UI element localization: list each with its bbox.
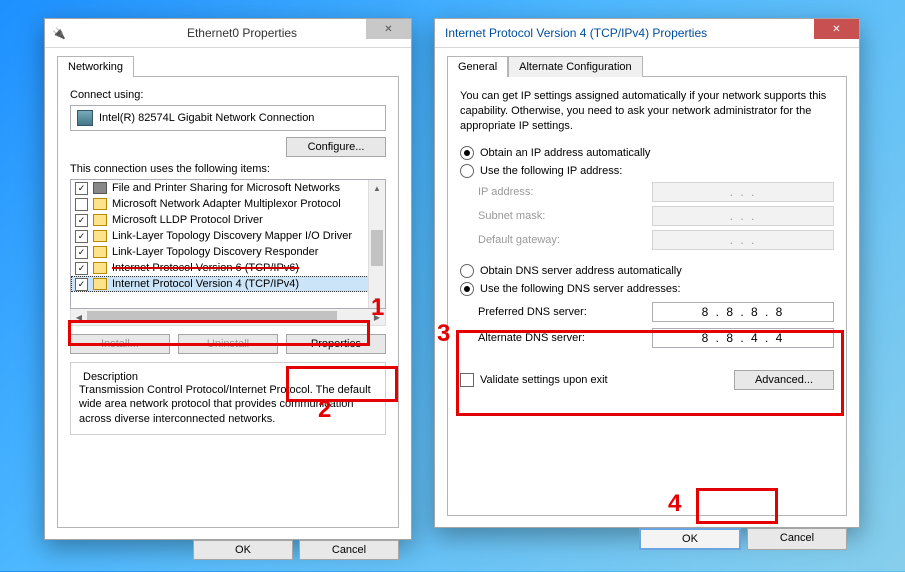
item-label: Link-Layer Topology Discovery Responder: [112, 246, 318, 258]
list-item[interactable]: ✓ Link-Layer Topology Discovery Mapper I/…: [71, 228, 385, 244]
radio-ip-auto-label: Obtain an IP address automatically: [480, 147, 650, 159]
hscroll-thumb[interactable]: [87, 311, 337, 323]
ethernet-properties-window: 🔌 Ethernet0 Properties ✕ Networking Conn…: [44, 18, 412, 540]
subnet-label: Subnet mask:: [478, 210, 545, 222]
adapter-field: Intel(R) 82574L Gigabit Network Connecti…: [70, 105, 386, 131]
ok-button[interactable]: OK: [639, 528, 741, 550]
validate-checkbox[interactable]: [460, 373, 474, 387]
annotation-4: 4: [668, 490, 681, 518]
nic-icon: [77, 110, 93, 126]
gateway-field: . . .: [652, 230, 834, 250]
window-title: Ethernet0 Properties: [73, 26, 411, 40]
list-item[interactable]: ✓ Microsoft LLDP Protocol Driver: [71, 212, 385, 228]
radio-ip-auto[interactable]: [460, 146, 474, 160]
adapter-name: Intel(R) 82574L Gigabit Network Connecti…: [99, 112, 314, 124]
item-label: Microsoft LLDP Protocol Driver: [112, 214, 263, 226]
list-item[interactable]: ✓ Link-Layer Topology Discovery Responder: [71, 244, 385, 260]
validate-label: Validate settings upon exit: [480, 374, 608, 386]
list-item[interactable]: ✓ Internet Protocol Version 4 (TCP/IPv4): [71, 276, 385, 292]
tab-general[interactable]: General: [447, 56, 508, 77]
item-checkbox[interactable]: ✓: [75, 214, 88, 227]
item-label: File and Printer Sharing for Microsoft N…: [112, 182, 340, 194]
item-checkbox[interactable]: [75, 198, 88, 211]
alt-dns-label: Alternate DNS server:: [478, 332, 585, 344]
item-checkbox[interactable]: ✓: [75, 262, 88, 275]
protocol-icon: [93, 277, 107, 291]
connect-using-label: Connect using:: [70, 89, 386, 101]
item-label: Internet Protocol Version 4 (TCP/IPv4): [112, 278, 299, 290]
description-label: Description: [79, 371, 142, 383]
ip-address-field: . . .: [652, 182, 834, 202]
radio-ip-manual-label: Use the following IP address:: [480, 165, 622, 177]
subnet-field: . . .: [652, 206, 834, 226]
gateway-label: Default gateway:: [478, 234, 560, 246]
list-scrollbar[interactable]: ▲ ▼: [368, 180, 385, 308]
pref-dns-field[interactable]: 8 . 8 . 8 . 8: [652, 302, 834, 322]
ipv4-properties-window: Internet Protocol Version 4 (TCP/IPv4) P…: [434, 18, 860, 528]
radio-dns-manual[interactable]: [460, 282, 474, 296]
annotation-2: 2: [318, 396, 331, 424]
titlebar-ethernet[interactable]: 🔌 Ethernet0 Properties ✕: [45, 19, 411, 48]
list-item[interactable]: ✓ Internet Protocol Version 6 (TCP/IPv6): [71, 260, 385, 276]
ethernet-icon: 🔌: [45, 27, 73, 40]
list-item[interactable]: ✓ File and Printer Sharing for Microsoft …: [71, 180, 385, 196]
item-checkbox[interactable]: ✓: [75, 246, 88, 259]
protocol-icon: [93, 181, 107, 195]
tab-networking[interactable]: Networking: [57, 56, 134, 77]
protocol-icon: [93, 261, 107, 275]
scroll-up-icon[interactable]: ▲: [369, 180, 385, 196]
titlebar-ipv4[interactable]: Internet Protocol Version 4 (TCP/IPv4) P…: [435, 19, 859, 48]
item-label: Link-Layer Topology Discovery Mapper I/O…: [112, 230, 352, 242]
uninstall-button[interactable]: Uninstall: [178, 334, 278, 354]
radio-ip-manual[interactable]: [460, 164, 474, 178]
protocol-icon: [93, 245, 107, 259]
ok-button[interactable]: OK: [193, 540, 293, 560]
items-label: This connection uses the following items…: [70, 163, 386, 175]
configure-button[interactable]: Configure...: [286, 137, 386, 157]
scroll-left-icon[interactable]: ◀: [71, 313, 87, 322]
item-checkbox[interactable]: ✓: [75, 230, 88, 243]
item-checkbox[interactable]: ✓: [75, 182, 88, 195]
ip-address-label: IP address:: [478, 186, 533, 198]
advanced-button[interactable]: Advanced...: [734, 370, 834, 390]
scroll-thumb[interactable]: [371, 230, 383, 266]
radio-dns-auto[interactable]: [460, 264, 474, 278]
window-title: Internet Protocol Version 4 (TCP/IPv4) P…: [435, 26, 859, 40]
annotation-3: 3: [437, 320, 450, 348]
install-button[interactable]: Install...: [70, 334, 170, 354]
item-label: Microsoft Network Adapter Multiplexor Pr…: [112, 198, 341, 210]
description-text: Transmission Control Protocol/Internet P…: [79, 383, 377, 426]
intro-text: You can get IP settings assigned automat…: [460, 89, 834, 134]
radio-dns-manual-label: Use the following DNS server addresses:: [480, 283, 681, 295]
protocol-list[interactable]: ✓ File and Printer Sharing for Microsoft …: [70, 179, 386, 309]
cancel-button[interactable]: Cancel: [747, 528, 847, 550]
item-checkbox[interactable]: ✓: [75, 278, 88, 291]
protocol-icon: [93, 197, 107, 211]
close-button[interactable]: ✕: [814, 19, 859, 39]
annotation-1: 1: [371, 294, 384, 322]
list-item[interactable]: Microsoft Network Adapter Multiplexor Pr…: [71, 196, 385, 212]
alt-dns-field[interactable]: 8 . 8 . 4 . 4: [652, 328, 834, 348]
protocol-icon: [93, 213, 107, 227]
close-button[interactable]: ✕: [366, 19, 411, 39]
pref-dns-label: Preferred DNS server:: [478, 306, 587, 318]
cancel-button[interactable]: Cancel: [299, 540, 399, 560]
protocol-icon: [93, 229, 107, 243]
properties-button[interactable]: Properties: [286, 334, 386, 354]
radio-dns-auto-label: Obtain DNS server address automatically: [480, 265, 682, 277]
list-hscroll[interactable]: ◀ ▶: [70, 309, 386, 326]
item-label: Internet Protocol Version 6 (TCP/IPv6): [112, 262, 299, 274]
tab-alt-config[interactable]: Alternate Configuration: [508, 56, 643, 77]
